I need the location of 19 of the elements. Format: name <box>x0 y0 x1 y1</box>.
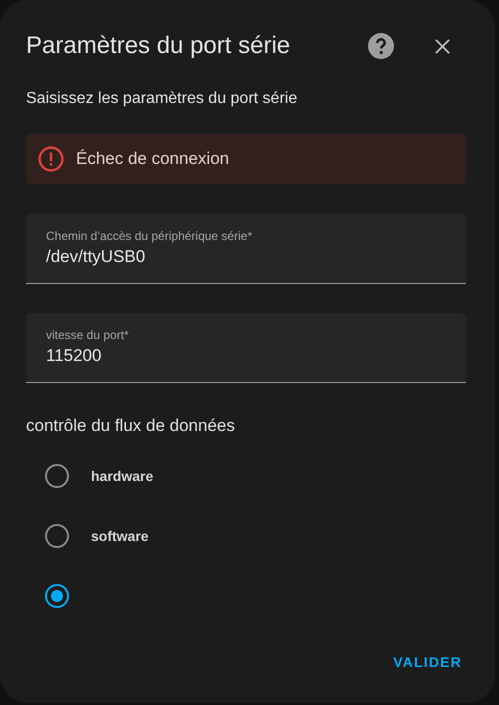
error-message: Échec de connexion <box>76 149 230 169</box>
text-field[interactable]: vitesse du port* 115200 <box>26 313 466 383</box>
error-icon <box>38 146 64 172</box>
dialog-subtitle: Saisissez les paramètres du port série <box>26 90 298 108</box>
field-label: Chemin d’accès du périphérique série* <box>46 229 254 243</box>
close-icon[interactable] <box>434 38 451 54</box>
field-value: 115200 <box>46 346 102 366</box>
radio-button[interactable] <box>45 584 69 608</box>
radio-button[interactable] <box>45 524 69 548</box>
option-label: hardware <box>91 468 154 484</box>
field-value: /dev/ttyUSB0 <box>46 247 146 267</box>
option-label: software <box>91 528 149 544</box>
text-field[interactable]: Chemin d’accès du périphérique série* /dev/ttyUSB0 <box>26 214 466 284</box>
validate-button[interactable]: VALIDER <box>393 646 462 678</box>
field-label: vitesse du port* <box>46 328 130 342</box>
dialog-title: Paramètres du port série <box>26 32 292 60</box>
help-icon[interactable] <box>368 33 394 59</box>
section-label: contrôle du flux de données <box>26 416 236 436</box>
radio-button[interactable] <box>45 464 69 488</box>
